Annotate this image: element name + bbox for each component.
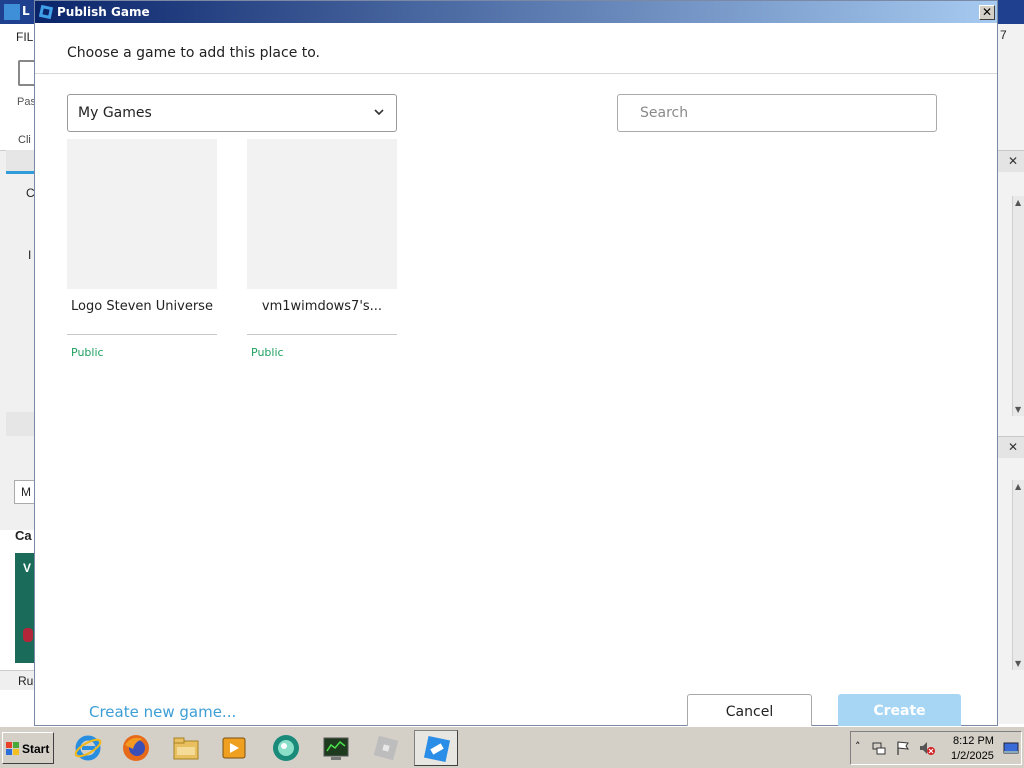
chevron-down-icon: [374, 109, 384, 116]
create-button[interactable]: Create: [838, 694, 961, 727]
game-name: Logo Steven Universe: [71, 299, 213, 314]
game-thumbnail[interactable]: [67, 139, 217, 289]
dialog-close-button[interactable]: ✕: [979, 5, 995, 20]
taskbar-media-player[interactable]: [212, 730, 256, 766]
game-status: Public: [71, 346, 104, 359]
clipboard-group-label: Cli: [18, 134, 31, 146]
dialog-title: Publish Game: [57, 5, 150, 19]
background-left-panel: [0, 150, 34, 530]
start-button[interactable]: Start: [2, 732, 54, 764]
windows-logo-icon: [6, 742, 19, 755]
firefox-icon: [123, 735, 149, 761]
start-label: Start: [22, 742, 50, 756]
chevron-up-icon[interactable]: ˄: [855, 740, 871, 756]
system-tray: ˄ 8:12 PM 1/2/2025: [850, 731, 1022, 765]
game-card-divider: [67, 334, 217, 335]
game-thumbnail[interactable]: [247, 139, 397, 289]
flag-icon[interactable]: [895, 740, 911, 756]
monitor-icon: [323, 737, 349, 760]
background-thumb-graphic: [23, 628, 33, 642]
roblox-player-icon: [373, 735, 399, 761]
background-dropdown[interactable]: M: [14, 480, 34, 504]
background-status-text: Ru: [18, 674, 34, 688]
background-section-title: Ca: [15, 528, 32, 543]
search-input[interactable]: [618, 95, 936, 131]
game-status: Public: [251, 346, 284, 359]
menu-file[interactable]: FIL: [16, 30, 33, 44]
scroll-up-icon[interactable]: ▲: [1015, 198, 1021, 207]
background-right-label: 7: [1000, 28, 1007, 42]
dialog-titlebar[interactable]: Publish Game ✕: [35, 1, 997, 23]
cancel-button[interactable]: Cancel: [687, 694, 812, 727]
background-dropdown-value: M: [21, 485, 31, 499]
background-scrollbar-1[interactable]: ▲ ▼: [1012, 196, 1024, 416]
globe-icon: [273, 735, 299, 761]
publish-game-dialog: Publish Game ✕ Choose a game to add this…: [34, 0, 998, 727]
clock-time[interactable]: 8:12 PM: [953, 735, 994, 747]
taskbar-firefox[interactable]: [114, 730, 158, 766]
network-icon[interactable]: [871, 740, 887, 756]
taskbar-file-explorer[interactable]: [164, 730, 208, 766]
game-card[interactable]: Logo Steven Universe Public: [67, 139, 217, 364]
show-desktop-icon[interactable]: [1003, 740, 1019, 756]
scroll-down-icon[interactable]: ▼: [1015, 405, 1021, 414]
clock-date[interactable]: 1/2/2025: [951, 750, 994, 762]
close-icon: ✕: [981, 5, 993, 19]
close-icon[interactable]: ✕: [1008, 154, 1018, 168]
background-right-header-2: ✕: [998, 436, 1024, 458]
roblox-studio-icon: [423, 735, 451, 763]
search-box[interactable]: [617, 94, 937, 132]
game-card-divider: [247, 334, 397, 335]
background-thumb-letter: V: [23, 561, 32, 575]
game-name: vm1wimdows7's...: [261, 299, 383, 314]
header-divider: [35, 73, 997, 74]
speaker-muted-icon[interactable]: [919, 740, 935, 756]
taskbar-internet-explorer[interactable]: [66, 730, 110, 766]
internet-explorer-icon: [74, 735, 102, 761]
game-card[interactable]: vm1wimdows7's... Public: [247, 139, 397, 364]
games-filter-dropdown[interactable]: My Games: [67, 94, 397, 132]
taskbar: Start ˄ 8:12 PM 1/2/2025: [0, 726, 1024, 768]
clipboard-icon[interactable]: [18, 60, 34, 86]
media-player-icon: [222, 737, 246, 759]
folder-icon: [173, 737, 199, 760]
background-thumbnail[interactable]: V: [15, 553, 34, 663]
taskbar-roblox-studio[interactable]: [414, 730, 458, 766]
background-panel-label: I: [28, 248, 32, 262]
background-panel-tab[interactable]: [6, 150, 34, 174]
close-icon[interactable]: ✕: [1008, 440, 1018, 454]
taskbar-roblox-player[interactable]: [364, 730, 408, 766]
taskbar-network-app[interactable]: [264, 730, 308, 766]
scroll-down-icon[interactable]: ▼: [1015, 659, 1021, 668]
create-new-game-link[interactable]: Create new game...: [89, 703, 236, 721]
roblox-studio-icon: [4, 4, 20, 20]
taskbar-terminal-app[interactable]: [314, 730, 358, 766]
scroll-up-icon[interactable]: ▲: [1015, 482, 1021, 491]
background-status-bar: Ru: [0, 670, 34, 690]
background-scrollbar-2[interactable]: ▲ ▼: [1012, 480, 1024, 670]
background-panel-header: [6, 412, 34, 436]
roblox-studio-icon: [39, 5, 53, 19]
games-filter-value: My Games: [78, 105, 152, 121]
background-title: L: [22, 4, 30, 18]
background-right-header-1: ✕: [998, 150, 1024, 172]
dialog-prompt: Choose a game to add this place to.: [67, 45, 321, 61]
